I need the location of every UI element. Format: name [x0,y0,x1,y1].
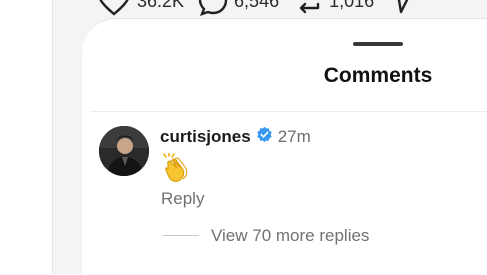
like-metric[interactable]: 36.2K [97,0,184,16]
comment-icon [198,0,228,16]
avatar[interactable] [99,126,149,176]
verified-badge-icon [256,126,273,148]
avatar-photo [99,126,149,176]
like-count: 36.2K [137,0,185,11]
sheet-divider [90,111,487,112]
comment-count: 6,546 [234,0,280,11]
clapping-hands-emoji [161,152,191,183]
comments-title: Comments [323,64,433,87]
share-metric[interactable] [388,0,414,16]
replies-divider-line [163,235,199,236]
comment-timestamp: 27m [277,127,311,146]
post-metrics-bar: 36.2K 6,546 1,016 [53,0,487,16]
comment-username[interactable]: curtisjones [160,127,251,147]
comment-header: curtisjones 27m [160,126,311,148]
comment-metric[interactable]: 6,546 [198,0,279,16]
repost-icon [299,2,320,14]
repost-count: 1,016 [329,0,375,11]
repost-metric[interactable]: 1,016 [293,0,374,16]
heart-icon [99,0,129,16]
view-more-replies-button[interactable]: View 70 more replies [211,226,369,246]
reply-button[interactable]: Reply [161,189,204,209]
share-icon [397,0,409,14]
sheet-grabber-handle[interactable] [353,42,403,46]
left-gutter [0,0,53,274]
